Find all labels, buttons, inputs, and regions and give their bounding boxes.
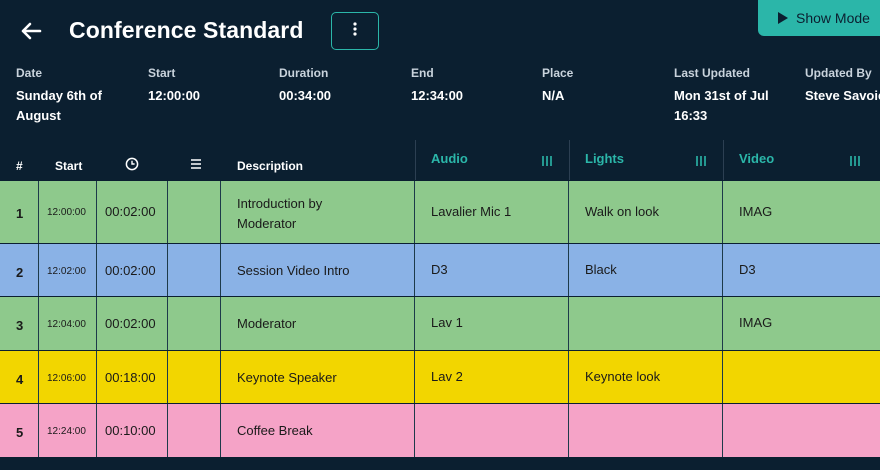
table-row[interactable]: 1 12:00:00 00:02:00 Introduction by Moder… (0, 180, 880, 243)
meta-value: Sunday 6th of August (16, 88, 102, 123)
row-start-time: 12:04:00 (39, 297, 97, 350)
row-extra-cell[interactable] (168, 181, 221, 243)
meta-label: End (411, 66, 434, 80)
column-divider (723, 140, 724, 180)
meta-end: End 12:34:00 (411, 66, 463, 106)
row-description[interactable]: Introduction by Moderator (221, 181, 415, 243)
meta-label: Start (148, 66, 176, 80)
row-duration[interactable]: 00:02:00 (97, 244, 168, 296)
meta-value: N/A (542, 88, 565, 103)
clock-icon[interactable] (125, 157, 139, 174)
column-header-description[interactable]: Description (237, 159, 303, 173)
row-description[interactable]: Coffee Break (221, 404, 415, 457)
column-resize-icon[interactable] (541, 155, 553, 169)
meta-label: Updated By (805, 66, 872, 80)
row-video[interactable] (723, 404, 880, 457)
meta-value: 00:34:00 (279, 88, 332, 103)
row-number: 4 (0, 351, 39, 403)
meta-duration: Duration 00:34:00 (279, 66, 331, 106)
row-video[interactable]: D3 (723, 244, 880, 296)
column-resize-icon[interactable] (695, 155, 707, 169)
row-number: 2 (0, 244, 39, 296)
table-row[interactable]: 5 12:24:00 00:10:00 Coffee Break (0, 403, 880, 457)
row-audio[interactable] (415, 404, 569, 457)
page-title: Conference Standard (69, 17, 304, 43)
vertical-dots-icon (352, 21, 358, 42)
column-divider (415, 140, 416, 180)
back-arrow-icon[interactable] (18, 18, 44, 44)
column-divider (569, 140, 570, 180)
row-number: 1 (0, 181, 39, 243)
row-start-time: 12:24:00 (39, 404, 97, 457)
row-lights[interactable] (569, 404, 723, 457)
meta-value: 12:34:00 (411, 88, 464, 103)
row-extra-cell[interactable] (168, 351, 221, 403)
meta-value: Mon 31st of Jul 16:33 (674, 88, 769, 123)
row-extra-cell[interactable] (168, 244, 221, 296)
row-duration[interactable]: 00:18:00 (97, 351, 168, 403)
table-row[interactable]: 2 12:02:00 00:02:00 Session Video Intro … (0, 243, 880, 296)
column-header-number: # (16, 159, 23, 173)
column-header-video[interactable]: Video (739, 151, 774, 166)
row-extra-cell[interactable] (168, 404, 221, 457)
row-description[interactable]: Keynote Speaker (221, 351, 415, 403)
row-lights[interactable] (569, 297, 723, 350)
column-resize-icon[interactable] (849, 155, 861, 169)
bottom-strip (0, 457, 880, 470)
meta-value: Steve Savoie (805, 88, 880, 103)
row-video[interactable]: IMAG (723, 181, 880, 243)
top-bar: Conference Standard Show Mode (0, 0, 880, 62)
row-start-time: 12:02:00 (39, 244, 97, 296)
table-row[interactable]: 4 12:06:00 00:18:00 Keynote Speaker Lav … (0, 350, 880, 403)
meta-value: 12:00:00 (148, 88, 201, 103)
meta-label: Last Updated (674, 66, 751, 80)
column-header-audio[interactable]: Audio (431, 151, 468, 166)
row-audio[interactable]: Lav 2 (415, 351, 569, 403)
table-row[interactable]: 3 12:04:00 00:02:00 Moderator Lav 1 IMAG (0, 296, 880, 350)
row-lights[interactable]: Walk on look (569, 181, 723, 243)
show-mode-label: Show Mode (796, 10, 870, 26)
column-header-start[interactable]: Start (55, 159, 82, 173)
row-description[interactable]: Moderator (221, 297, 415, 350)
row-number: 5 (0, 404, 39, 457)
table-header: # Start Description Audio Lights Video (0, 140, 880, 180)
row-audio[interactable]: Lav 1 (415, 297, 569, 350)
meta-updated-by: Updated By Steve Savoie (805, 66, 880, 106)
row-video[interactable] (723, 351, 880, 403)
column-header-lights[interactable]: Lights (585, 151, 624, 166)
meta-start: Start 12:00:00 (148, 66, 200, 106)
row-start-time: 12:00:00 (39, 181, 97, 243)
row-audio[interactable]: D3 (415, 244, 569, 296)
meta-last-updated: Last Updated Mon 31st of Jul 16:33 (674, 66, 769, 126)
menu-lines-icon[interactable] (189, 158, 203, 173)
row-lights[interactable]: Black (569, 244, 723, 296)
show-mode-button[interactable]: Show Mode (758, 0, 880, 36)
row-duration[interactable]: 00:02:00 (97, 297, 168, 350)
more-options-button[interactable] (331, 12, 379, 50)
meta-label: Place (542, 66, 574, 80)
row-start-time: 12:06:00 (39, 351, 97, 403)
row-audio[interactable]: Lavalier Mic 1 (415, 181, 569, 243)
row-video[interactable]: IMAG (723, 297, 880, 350)
row-duration[interactable]: 00:10:00 (97, 404, 168, 457)
meta-label: Date (16, 66, 43, 80)
row-duration[interactable]: 00:02:00 (97, 181, 168, 243)
meta-date: Date Sunday 6th of August (16, 66, 102, 126)
meta-label: Duration (279, 66, 329, 80)
row-extra-cell[interactable] (168, 297, 221, 350)
row-lights[interactable]: Keynote look (569, 351, 723, 403)
row-description[interactable]: Session Video Intro (221, 244, 415, 296)
play-icon (778, 12, 788, 24)
row-number: 3 (0, 297, 39, 350)
meta-place: Place N/A (542, 66, 573, 106)
